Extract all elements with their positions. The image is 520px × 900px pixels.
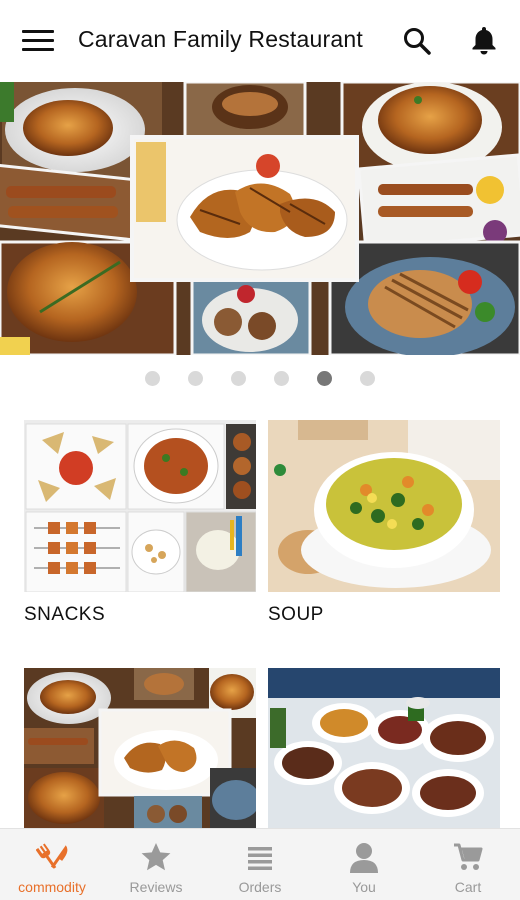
nav-item-orders[interactable]: Orders (208, 829, 312, 900)
banner-collage-image (0, 82, 520, 355)
nav-label-cart: Cart (454, 879, 482, 895)
category-card-platters[interactable] (268, 668, 500, 840)
carousel-dot-2[interactable] (188, 371, 203, 386)
snacks-image (24, 420, 256, 592)
carousel-dot-6[interactable] (360, 371, 375, 386)
cart-icon (454, 843, 483, 870)
page-title: Caravan Family Restaurant (78, 26, 363, 52)
bell-icon[interactable] (468, 24, 500, 56)
hamburger-menu-icon[interactable] (22, 30, 54, 52)
nav-label-orders: Orders (238, 879, 282, 895)
nav-label-you: You (352, 879, 376, 895)
bottom-navigation-bar: commodity Reviews Orders You Cart (0, 828, 520, 900)
nav-item-cart[interactable]: Cart (416, 829, 520, 900)
category-card-soup[interactable]: SOUP (268, 420, 500, 626)
fork-knife-icon (36, 843, 68, 869)
search-icon[interactable] (402, 26, 432, 56)
category-label-snacks: SNACKS (24, 604, 106, 625)
app-header: Caravan Family Restaurant (0, 0, 520, 82)
nav-label-reviews: Reviews (129, 879, 183, 895)
person-icon (350, 843, 378, 873)
category-card-grill[interactable] (24, 668, 256, 840)
promo-banner-carousel[interactable] (0, 82, 520, 355)
nav-item-reviews[interactable]: Reviews (104, 829, 208, 900)
nav-label-commodity: commodity (18, 879, 86, 895)
carousel-pagination (0, 371, 520, 386)
soup-image (268, 420, 500, 592)
nav-item-you[interactable]: You (312, 829, 416, 900)
app-screen: Caravan Family Restaurant SNACKS SOUP co… (0, 0, 520, 900)
carousel-dot-1[interactable] (145, 371, 160, 386)
category-label-soup: SOUP (268, 604, 324, 625)
carousel-dot-5[interactable] (317, 371, 332, 386)
carousel-dot-3[interactable] (231, 371, 246, 386)
category-card-snacks[interactable]: SNACKS (24, 420, 256, 626)
grill-collage-image (24, 668, 256, 828)
platters-image (268, 668, 500, 828)
nav-item-commodity[interactable]: commodity (0, 829, 104, 900)
list-icon (248, 847, 272, 870)
star-icon (141, 843, 171, 871)
carousel-dot-4[interactable] (274, 371, 289, 386)
